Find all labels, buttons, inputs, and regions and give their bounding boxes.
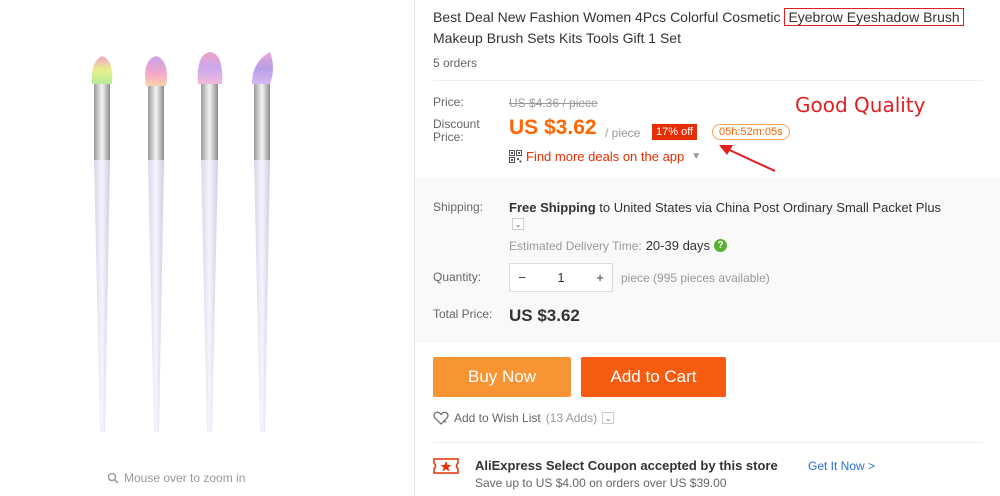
shipping-method[interactable]: Free Shipping to United States via China… (509, 200, 999, 215)
wish-count: (13 Adds) (545, 411, 598, 425)
product-image[interactable] (70, 40, 310, 440)
product-image-gallery[interactable]: Mouse over to zoom in (0, 0, 414, 496)
price-label: Price: (433, 95, 464, 109)
qr-code-icon (509, 150, 522, 163)
title-part2: Makeup Brush Sets Kits Tools Gift 1 Set (433, 30, 681, 46)
app-deals-link[interactable]: Find more deals on the app ▼ (509, 149, 701, 164)
annotation-arrow-icon (719, 145, 776, 172)
product-title: Best Deal New Fashion Women 4Pcs Colorfu… (433, 7, 993, 49)
coupon-subtitle: Save up to US $4.00 on orders over US $3… (475, 476, 727, 490)
help-icon[interactable]: ? (714, 239, 728, 252)
discount-price-label: Discount Price: (433, 118, 480, 144)
wish-list-text: Add to Wish List (454, 411, 541, 425)
discount-label-line1: Discount (433, 117, 480, 131)
original-price: US $4.36 / piece (509, 96, 598, 110)
heart-icon: + (433, 411, 449, 425)
coupon-icon (433, 458, 459, 474)
order-count[interactable]: 5 orders (433, 56, 477, 70)
discount-label-line2: Price: (433, 130, 464, 144)
shipping-dropdown-chevron-icon[interactable]: ⌄ (512, 218, 524, 230)
chevron-down-icon: ▼ (691, 151, 702, 162)
shipping-destination: United States via China Post Ordinary Sm… (613, 200, 942, 215)
divider (433, 442, 983, 443)
estimated-days: 20-39 days (645, 238, 711, 253)
get-coupon-link[interactable]: Get It Now > (808, 459, 875, 473)
free-shipping-text: Free Shipping (509, 200, 596, 215)
add-to-cart-button[interactable]: Add to Cart (581, 357, 726, 397)
minus-icon[interactable]: − (510, 270, 534, 285)
total-price: US $3.62 (509, 306, 580, 325)
shipping-label: Shipping: (433, 200, 484, 214)
zoom-hint-text: Mouse over to zoom in (124, 471, 246, 485)
search-icon (107, 472, 119, 484)
quantity-label: Quantity: (433, 270, 482, 284)
chevron-down-icon[interactable]: ⌄ (602, 412, 615, 424)
title-part1: Best Deal New Fashion Women 4Pcs Colorfu… (433, 9, 785, 25)
total-price-label: Total Price: (433, 307, 493, 321)
shipping-to: to (595, 200, 614, 215)
quantity-value[interactable]: 1 (557, 270, 564, 285)
title-highlight: Eyebrow Eyeshadow Brush (784, 8, 964, 26)
discount-badge: 17% off (652, 124, 698, 140)
good-quality-annotation: Good Quality (795, 93, 926, 117)
buy-now-button[interactable]: Buy Now (433, 357, 571, 397)
estimated-delivery: Estimated Delivery Time: 20-39 days ? (509, 238, 728, 253)
current-price: US $3.62 (509, 116, 597, 139)
coupon-title: AliExpress Select Coupon accepted by thi… (475, 458, 778, 473)
app-deals-text: Find more deals on the app (526, 149, 685, 164)
divider (433, 80, 983, 81)
per-piece-unit: / piece (605, 126, 641, 140)
plus-icon[interactable]: + (588, 270, 612, 285)
svg-text:+: + (443, 419, 447, 425)
quantity-stepper[interactable]: − 1 + (509, 263, 613, 292)
wish-list-link[interactable]: + Add to Wish List (13 Adds) ⌄ (433, 411, 615, 425)
availability-text: piece (995 pieces available) (621, 271, 770, 285)
estimated-label: Estimated Delivery Time: (509, 238, 642, 253)
zoom-hint: Mouse over to zoom in (107, 471, 245, 485)
